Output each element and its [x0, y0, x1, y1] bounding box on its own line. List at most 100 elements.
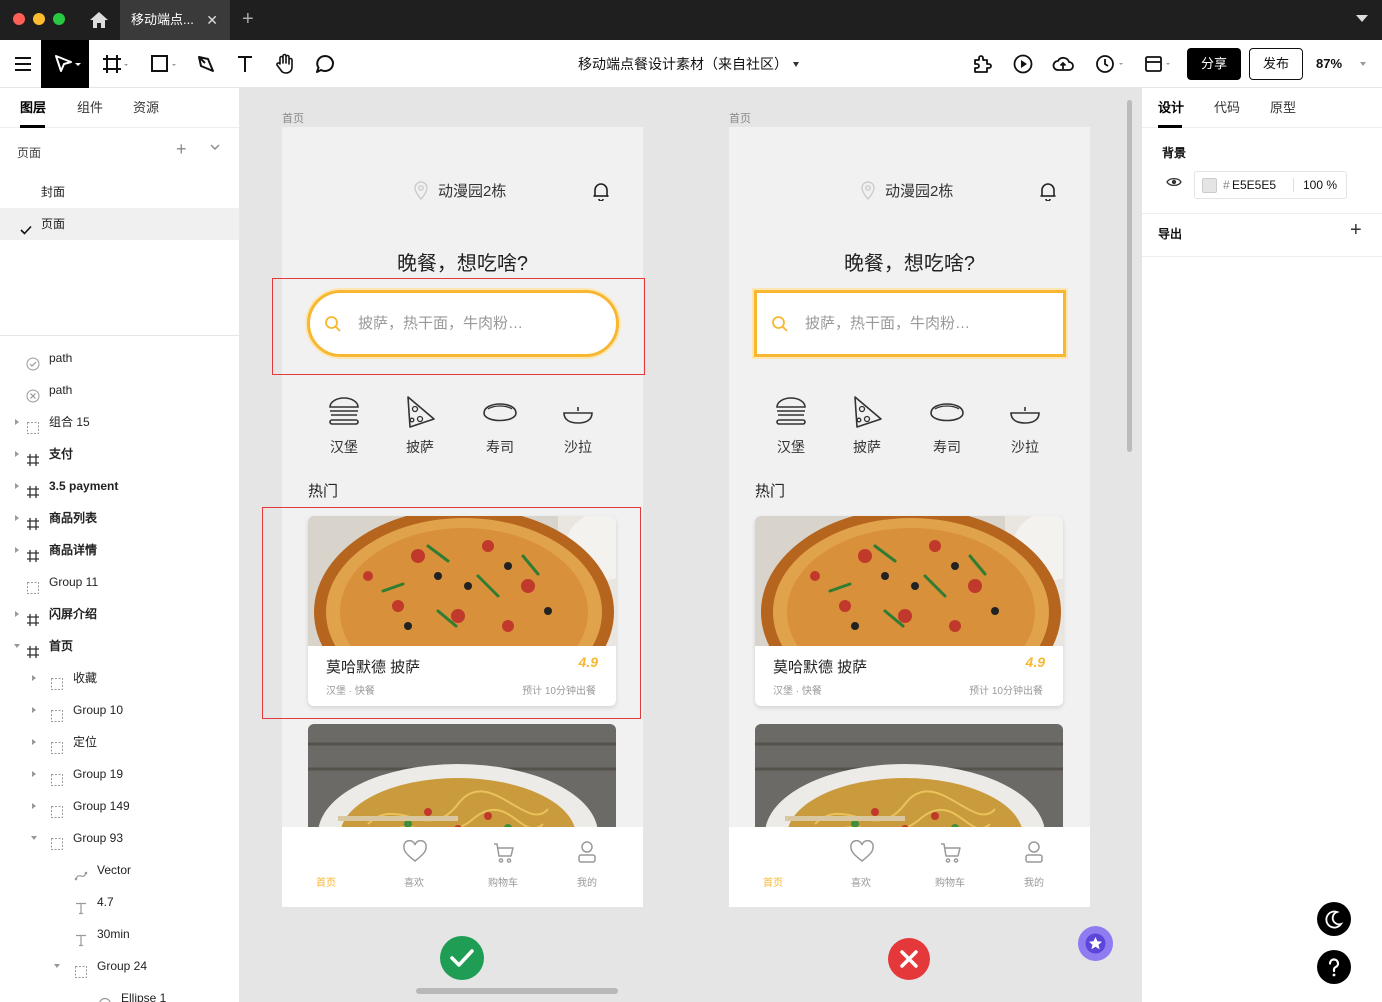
upload-cloud-icon[interactable]	[1051, 52, 1075, 76]
collapse-pages-chevron-icon[interactable]	[208, 140, 222, 157]
expand-arrow-icon[interactable]	[15, 611, 19, 617]
zoom-chevron-icon[interactable]	[1360, 62, 1366, 66]
tab-code[interactable]: 代码	[1214, 88, 1240, 128]
layer-row[interactable]: 定位	[0, 726, 239, 758]
layer-row[interactable]: Vector	[0, 854, 239, 886]
comment-tool-icon[interactable]	[313, 52, 337, 76]
text-tool-icon[interactable]	[233, 52, 257, 76]
document-tab[interactable]: 移动端点... ✕	[120, 0, 230, 40]
rectangle-tool-icon[interactable]	[148, 52, 182, 76]
history-icon[interactable]	[1093, 52, 1125, 76]
publish-button[interactable]: 发布	[1249, 48, 1303, 80]
collapse-arrow-icon[interactable]	[14, 644, 20, 648]
layer-row[interactable]: 4.7	[0, 886, 239, 918]
frame-icon	[26, 639, 40, 658]
expand-arrow-icon[interactable]	[15, 419, 19, 425]
expand-arrow-icon[interactable]	[32, 707, 36, 713]
bell-icon	[592, 181, 610, 204]
pen-tool-icon[interactable]	[194, 52, 218, 76]
frame-tool-icon[interactable]	[100, 52, 130, 76]
vertical-scrollbar[interactable]	[1127, 100, 1132, 452]
phone-frame-incorrect[interactable]: 动漫园2栋 晚餐，想吃啥? 披萨，热干面，牛肉粉… 汉堡 披萨 寿司 沙拉 热门	[729, 127, 1090, 907]
design-canvas[interactable]: 首页 动漫园2栋 晚餐，想吃啥? 披萨，热干面，牛肉粉… 汉堡 披萨 寿司 沙拉…	[240, 88, 1141, 1002]
layer-row[interactable]: 首页	[0, 630, 239, 662]
assistant-bot-icon[interactable]	[1078, 926, 1113, 961]
frame-label[interactable]: 首页	[729, 110, 751, 126]
group-icon	[50, 703, 64, 722]
expand-arrow-icon[interactable]	[15, 547, 19, 553]
expand-arrow-icon[interactable]	[15, 515, 19, 521]
layer-row[interactable]: Group 24	[0, 950, 239, 982]
opacity-value[interactable]: 100 %	[1303, 172, 1337, 198]
horizontal-scrollbar[interactable]	[416, 988, 618, 994]
dark-mode-toggle-icon[interactable]	[1317, 902, 1351, 936]
layer-row[interactable]: Group 93	[0, 822, 239, 854]
hand-tool-icon[interactable]	[273, 52, 297, 76]
layer-row[interactable]: Group 11	[0, 566, 239, 598]
help-icon[interactable]	[1317, 950, 1351, 984]
tab-assets[interactable]: 资源	[133, 88, 159, 128]
tab-prototype[interactable]: 原型	[1270, 88, 1296, 128]
search-icon	[771, 315, 789, 336]
field-divider	[1293, 178, 1294, 192]
layer-row[interactable]: 组合 15	[0, 406, 239, 438]
collapse-arrow-icon[interactable]	[31, 836, 37, 840]
group-icon	[50, 799, 64, 818]
expand-arrow-icon[interactable]	[15, 483, 19, 489]
frame-label[interactable]: 首页	[282, 110, 304, 126]
layer-row[interactable]: Ellipse 1	[0, 982, 239, 1002]
layer-row[interactable]: 商品列表	[0, 502, 239, 534]
eye-icon[interactable]	[1166, 176, 1182, 191]
page-item-cover[interactable]: 封面	[0, 176, 239, 208]
layer-row[interactable]: 支付	[0, 438, 239, 470]
layer-row[interactable]: path	[0, 374, 239, 406]
layer-row[interactable]: Group 10	[0, 694, 239, 726]
collapse-arrow-icon[interactable]	[54, 964, 60, 968]
layer-row[interactable]: 商品详情	[0, 534, 239, 566]
window-menu-chevron-icon[interactable]	[1356, 15, 1368, 22]
add-export-icon[interactable]: +	[1350, 219, 1362, 242]
page-item-pages[interactable]: 页面	[0, 208, 239, 240]
expand-arrow-icon[interactable]	[32, 739, 36, 745]
play-prototype-icon[interactable]	[1011, 52, 1035, 76]
close-window-button[interactable]	[13, 13, 25, 25]
move-tool-button[interactable]	[41, 40, 89, 88]
plugins-icon[interactable]	[970, 52, 994, 76]
tab-design[interactable]: 设计	[1158, 88, 1184, 128]
frame-icon	[26, 543, 40, 562]
expand-arrow-icon[interactable]	[32, 771, 36, 777]
layer-row[interactable]: 3.5 payment	[0, 470, 239, 502]
minimize-window-button[interactable]	[33, 13, 45, 25]
layer-row[interactable]: Group 19	[0, 758, 239, 790]
home-icon[interactable]	[88, 10, 110, 30]
noodle-card	[308, 724, 616, 844]
hex-value[interactable]: E5E5E5	[1232, 172, 1276, 198]
layer-row[interactable]: Group 149	[0, 790, 239, 822]
layer-row[interactable]: 收藏	[0, 662, 239, 694]
group-icon	[50, 831, 64, 850]
layout-panel-icon[interactable]	[1142, 52, 1176, 76]
color-swatch[interactable]	[1202, 178, 1217, 193]
layer-row[interactable]: path	[0, 342, 239, 374]
layer-name: 商品详情	[49, 543, 98, 557]
new-tab-button[interactable]: +	[242, 7, 254, 31]
background-color-field[interactable]: # E5E5E5 100 %	[1194, 171, 1347, 199]
share-button[interactable]: 分享	[1187, 48, 1241, 80]
layer-row[interactable]: 闪屏介绍	[0, 598, 239, 630]
add-page-icon[interactable]: +	[176, 139, 187, 160]
document-menu-chevron-icon[interactable]	[793, 62, 799, 67]
layer-row[interactable]: 30min	[0, 918, 239, 950]
frame-icon	[26, 511, 40, 530]
tab-close-icon[interactable]: ✕	[206, 0, 218, 40]
menu-icon[interactable]	[12, 52, 36, 76]
zoom-window-button[interactable]	[53, 13, 65, 25]
layer-name: 组合 15	[49, 415, 90, 429]
zoom-level[interactable]: 87%	[1316, 40, 1342, 88]
expand-arrow-icon[interactable]	[32, 803, 36, 809]
document-title[interactable]: 移动端点餐设计素材（来自社区）	[578, 40, 788, 88]
tab-layers[interactable]: 图层	[20, 88, 46, 128]
expand-arrow-icon[interactable]	[32, 675, 36, 681]
expand-arrow-icon[interactable]	[15, 451, 19, 457]
vector-icon	[74, 863, 88, 881]
tab-components[interactable]: 组件	[77, 88, 103, 128]
